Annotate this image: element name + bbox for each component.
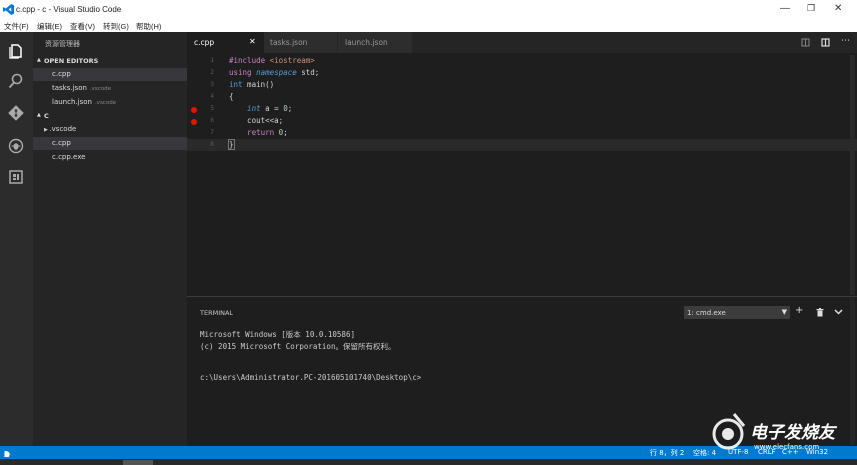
chevron-down-icon: ▲ xyxy=(37,112,41,118)
code-line: 5 int a = 0; xyxy=(187,103,857,115)
split-editor-icon[interactable] xyxy=(801,38,810,47)
open-editor-item-c-cpp[interactable]: c.cpp xyxy=(33,68,187,81)
menu-file[interactable]: 文件(F) xyxy=(4,21,29,32)
code-editor[interactable]: 1 #include <iostream> 2 using namespace … xyxy=(187,53,857,296)
debug-icon xyxy=(8,138,24,154)
maximize-button[interactable]: ❐ xyxy=(807,3,815,14)
more-actions-icon[interactable]: ⋯ xyxy=(841,36,850,46)
git-icon xyxy=(8,105,24,121)
tab-launch-json[interactable]: launch.json xyxy=(338,32,412,53)
open-editor-item-launch-json[interactable]: launch.json .vscode xyxy=(33,96,187,109)
menu-view[interactable]: 查看(V) xyxy=(70,21,95,32)
folder-section-c[interactable]: ▲ C xyxy=(33,109,187,122)
watermark-brand: 电子发烧友 xyxy=(750,423,835,443)
activity-git[interactable] xyxy=(0,99,33,127)
files-icon xyxy=(9,44,22,59)
tab-c-cpp[interactable]: c.cpp ✕ xyxy=(187,32,264,53)
minimize-button[interactable]: — xyxy=(780,3,790,14)
code-line: 1 #include <iostream> xyxy=(210,56,315,65)
folder-item-vscode[interactable]: ▶ .vscode xyxy=(33,123,187,136)
horizontal-scrollbar[interactable] xyxy=(123,460,153,465)
chevron-down-icon: ▼ xyxy=(781,308,787,316)
terminal-prompt[interactable]: c:\Users\Administrator.PC-201605101740\D… xyxy=(200,373,421,382)
tab-tasks-json[interactable]: tasks.json xyxy=(264,32,337,53)
menu-help[interactable]: 帮助(H) xyxy=(136,21,161,32)
close-button[interactable]: ✕ xyxy=(834,3,842,14)
folder-item-c-cpp[interactable]: c.cpp xyxy=(33,137,187,150)
terminal-output-line: (c) 2015 Microsoft Corporation。保留所有权利。 xyxy=(200,342,396,351)
vscode-logo-icon xyxy=(3,4,14,15)
cursor-position[interactable]: 行 8，列 2 xyxy=(650,448,684,458)
taskbar-strip xyxy=(0,459,857,465)
editor-scrollbar[interactable] xyxy=(850,55,855,295)
layout-icon[interactable] xyxy=(821,38,830,47)
trash-icon[interactable] xyxy=(816,308,824,317)
open-editors-section[interactable]: ▲ OPEN EDITORS xyxy=(33,54,187,67)
code-line: 3 int main() xyxy=(210,80,275,89)
watermark-url: www.elecfans.com xyxy=(754,443,820,451)
window-title: c.cpp - c - Visual Studio Code xyxy=(16,5,122,14)
extensions-icon xyxy=(9,170,23,184)
activity-search[interactable] xyxy=(0,67,33,95)
close-icon[interactable]: ✕ xyxy=(249,37,256,46)
elecfans-logo-icon xyxy=(712,413,746,450)
open-editor-item-tasks-json[interactable]: tasks.json .vscode xyxy=(33,82,187,95)
explorer-sidebar: 资源管理器 ▲ OPEN EDITORS c.cpp tasks.json .vs… xyxy=(33,32,187,446)
terminal-output-line: Microsoft Windows [版本 10.0.10586] xyxy=(200,330,355,339)
code-line: 4 { xyxy=(210,92,234,101)
search-icon xyxy=(8,73,23,89)
title-bar: c.cpp - c - Visual Studio Code — ❐ ✕ xyxy=(0,0,857,20)
watermark: 电子发烧友 www.elecfans.com xyxy=(704,408,854,458)
activity-debug[interactable] xyxy=(0,132,33,160)
menu-goto[interactable]: 转到(G) xyxy=(103,21,129,32)
activity-extensions[interactable] xyxy=(0,163,33,191)
code-line-current: 8 } xyxy=(187,139,857,151)
code-line: 7 return 0; xyxy=(210,128,288,137)
breakpoint-icon[interactable] xyxy=(191,119,197,125)
chevron-down-icon: ▲ xyxy=(37,57,41,63)
sidebar-title: 资源管理器 xyxy=(45,40,80,48)
terminal-select[interactable]: 1: cmd.exe ▼ xyxy=(684,306,790,319)
menu-bar: 文件(F) 编辑(E) 查看(V) 转到(G) 帮助(H) xyxy=(0,20,857,32)
editor-tabs: c.cpp ✕ tasks.json launch.json ⋯ xyxy=(187,32,857,53)
code-line: 6 cout<<a; xyxy=(187,115,857,127)
add-terminal-button[interactable]: + xyxy=(795,305,803,316)
menu-edit[interactable]: 编辑(E) xyxy=(37,21,62,32)
collapse-panel-icon[interactable] xyxy=(834,309,843,315)
code-line: 2 using namespace std; xyxy=(210,68,320,77)
folder-item-c-cpp-exe[interactable]: c.cpp.exe xyxy=(33,151,187,164)
panel-title: TERMINAL xyxy=(200,309,234,317)
activity-bar xyxy=(0,32,33,446)
breakpoint-icon[interactable] xyxy=(191,107,197,113)
activity-explorer[interactable] xyxy=(0,37,33,65)
